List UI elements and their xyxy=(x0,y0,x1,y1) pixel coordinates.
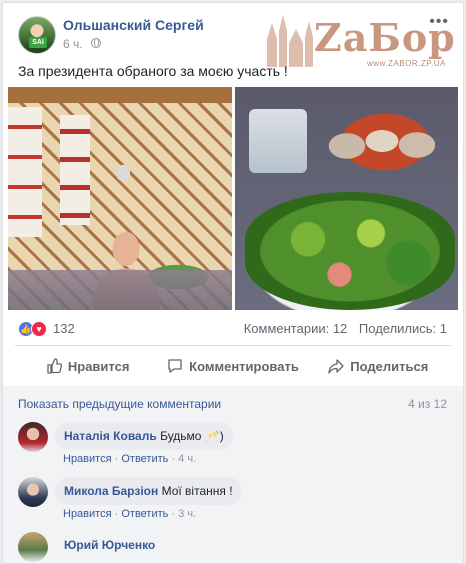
comment-meta: Нравится · Ответить · 3 ч. xyxy=(63,508,197,520)
like-label: Нравится xyxy=(67,358,130,374)
commenter-name[interactable]: Микола Барзіон xyxy=(64,484,158,498)
curtain xyxy=(8,107,42,237)
engagement-counts: Комментарии: 12 Поделились: 1 xyxy=(236,321,447,336)
fish-plate xyxy=(327,121,435,163)
post-card: SAI Ольшанский Сергей 6 ч. ••• ZaБор www… xyxy=(2,2,464,564)
comment-time[interactable]: 3 ч. xyxy=(178,508,196,520)
commenter-avatar[interactable] xyxy=(18,477,48,507)
watermark-brand: ZaБор xyxy=(314,15,456,60)
post-photo-man-gazebo[interactable] xyxy=(8,87,232,310)
comments-count[interactable]: Комментарии: 12 xyxy=(244,321,348,336)
share-arrow-icon xyxy=(328,359,344,374)
globe-icon xyxy=(91,38,101,48)
commenter-name[interactable]: Юрий Юрченко xyxy=(64,538,155,552)
glass xyxy=(249,109,307,173)
comments-section: Показать предыдущие комментарии 4 из 12 … xyxy=(3,386,463,563)
table xyxy=(8,270,232,310)
gazebo-beam xyxy=(8,87,232,103)
post-text: За президента обраного за моєю участь ! xyxy=(18,63,288,79)
thumbs-up-icon xyxy=(47,358,62,374)
comment-bubble: Юрий Юрченко xyxy=(55,532,164,559)
comment-like-link[interactable]: Нравится xyxy=(63,453,112,465)
curtain xyxy=(60,115,90,225)
comment-like-link[interactable]: Нравится xyxy=(63,508,112,520)
comment-icon xyxy=(168,359,182,373)
watermark-logo: ZaБор www.ZABOR.ZP.UA xyxy=(259,9,459,69)
share-label: Поделиться xyxy=(350,358,429,374)
comment-reply-link[interactable]: Ответить xyxy=(121,508,168,520)
author-avatar[interactable]: SAI xyxy=(18,16,56,54)
post-photo-food[interactable] xyxy=(235,87,458,310)
watermark-site: www.ZABOR.ZP.UA xyxy=(367,59,446,68)
comment-text: Будьмо 🥂) xyxy=(160,429,224,443)
comment-label: Комментировать xyxy=(189,358,299,374)
comment-text: Мої вітання ! xyxy=(161,484,233,498)
comment-button[interactable]: Комментировать xyxy=(160,349,305,383)
comment-time[interactable]: 4 ч. xyxy=(178,453,196,465)
action-bar: Нравится Комментировать Поделиться xyxy=(15,349,451,383)
commenter-name[interactable]: Наталія Коваль xyxy=(64,429,157,443)
share-button[interactable]: Поделиться xyxy=(306,349,451,383)
comment-bubble: Наталія Коваль Будьмо 🥂) xyxy=(55,422,233,450)
commenter-avatar[interactable] xyxy=(18,422,48,452)
shares-count[interactable]: Поделились: 1 xyxy=(359,321,447,336)
comment-reply-link[interactable]: Ответить xyxy=(121,453,168,465)
comments-paging: 4 из 12 xyxy=(408,397,447,411)
love-reaction-icon: ♥ xyxy=(31,321,47,337)
salad-plate xyxy=(245,192,455,310)
post-time[interactable]: 6 ч. xyxy=(63,37,83,51)
author-name[interactable]: Ольшанский Сергей xyxy=(63,17,204,33)
comment-bubble: Микола Барзіон Мої вітання ! xyxy=(55,477,242,505)
commenter-avatar[interactable] xyxy=(18,532,48,562)
reaction-count: 132 xyxy=(53,321,75,336)
avatar-badge: SAI xyxy=(29,37,47,48)
comment-meta: Нравится · Ответить · 4 ч. xyxy=(63,453,197,465)
show-previous-comments-link[interactable]: Показать предыдущие комментарии xyxy=(18,397,221,411)
like-button[interactable]: Нравится xyxy=(15,349,160,383)
divider xyxy=(15,345,451,346)
